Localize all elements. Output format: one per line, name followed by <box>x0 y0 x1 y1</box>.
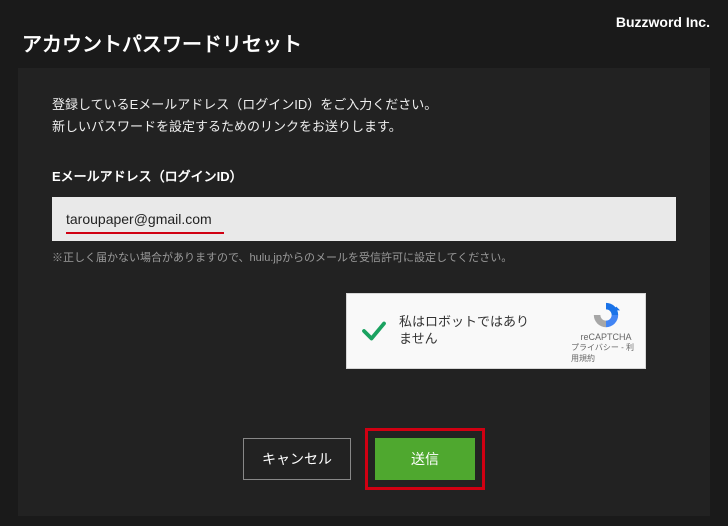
email-field-label: Eメールアドレス（ログインID） <box>52 166 676 185</box>
instruction-line-1: 登録しているEメールアドレス（ログインID）をご入力ください。 <box>52 97 437 112</box>
input-underline-annotation <box>66 232 224 234</box>
recaptcha-privacy-link[interactable]: プライバシー <box>571 343 619 352</box>
recaptcha-label: 私はロボットではありません <box>399 314 539 348</box>
recaptcha-checkmark-icon <box>359 316 389 346</box>
email-input[interactable] <box>52 197 676 241</box>
submit-button[interactable]: 送信 <box>375 438 475 480</box>
action-row: キャンセル 送信 <box>18 428 710 490</box>
recaptcha-right: reCAPTCHA プライバシー - 利用規約 <box>567 294 645 368</box>
email-hint: ※正しく届かない場合がありますので、hulu.jpからのメールを受信許可に設定し… <box>52 249 676 265</box>
instruction-text: 登録しているEメールアドレス（ログインID）をご入力ください。 新しいパスワード… <box>52 94 676 138</box>
recaptcha-left: 私はロボットではありません <box>347 294 567 368</box>
page-title: アカウントパスワードリセット <box>22 28 302 57</box>
recaptcha-widget[interactable]: 私はロボットではありません reCAPTCHA プライバシー - 利用規約 <box>346 293 646 369</box>
recaptcha-link-sep: - <box>619 343 626 352</box>
form-panel: 登録しているEメールアドレス（ログインID）をご入力ください。 新しいパスワード… <box>18 68 710 516</box>
instruction-line-2: 新しいパスワードを設定するためのリンクをお送りします。 <box>52 119 402 134</box>
brand-label: Buzzword Inc. <box>616 14 710 30</box>
recaptcha-brand: reCAPTCHA <box>580 332 631 342</box>
recaptcha-links[interactable]: プライバシー - 利用規約 <box>571 342 641 364</box>
email-input-wrap <box>52 197 676 241</box>
recaptcha-logo-icon <box>591 300 621 330</box>
cancel-button[interactable]: キャンセル <box>243 438 351 480</box>
submit-highlight-annotation: 送信 <box>365 428 485 490</box>
